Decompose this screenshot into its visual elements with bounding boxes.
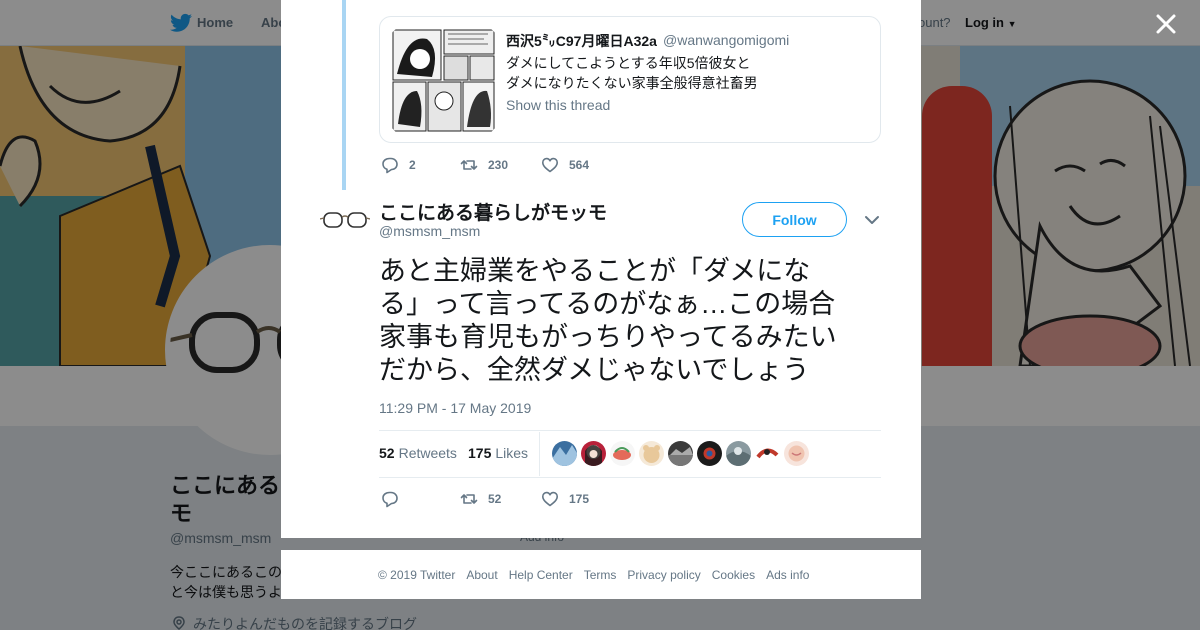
retweets-stat-count: 52 xyxy=(379,445,395,461)
quoted-tweet-handle[interactable]: @wanwangomigomi xyxy=(663,32,789,48)
reply-button[interactable]: 2 xyxy=(381,156,416,174)
close-button[interactable] xyxy=(1150,8,1182,40)
heart-icon xyxy=(542,157,558,173)
liker-avatar[interactable] xyxy=(668,441,693,466)
liker-avatar-image xyxy=(756,448,779,459)
quoted-tweet-thumbnail[interactable] xyxy=(392,29,495,132)
liker-avatar[interactable] xyxy=(610,441,635,466)
liker-avatar-image xyxy=(552,445,577,466)
retweet-icon xyxy=(460,494,478,504)
footer-about-link[interactable]: About xyxy=(466,568,497,582)
liker-avatar-image xyxy=(726,447,751,466)
quoted-tweet-text-line1: ダメにしてこようとする年収5倍彼女と xyxy=(506,55,751,71)
liker-avatar-image xyxy=(613,447,631,460)
retweets-stat[interactable]: 52 Retweets xyxy=(379,445,457,461)
like-count: 564 xyxy=(569,158,590,172)
reply-icon xyxy=(382,157,398,174)
liker-avatar-image xyxy=(788,445,805,462)
user-avatar[interactable] xyxy=(320,200,370,240)
tweet-author-handle[interactable]: @msmsm_msm xyxy=(379,223,480,239)
tweet-text-line: だから、全然ダメじゃないでしょう xyxy=(379,355,810,385)
quoted-tweet-card[interactable]: 西沢5㍉C97月曜日A32a @wanwangomigomi ダメにしてこようと… xyxy=(379,16,881,143)
tweet-text-line: あと主婦業をやることが「ダメにな xyxy=(379,256,811,286)
tweet-timestamp[interactable]: 11:29 PM - 17 May 2019 xyxy=(379,400,531,416)
liker-avatar-image xyxy=(668,447,693,466)
liker-avatar-image xyxy=(703,447,716,460)
liker-avatar-image xyxy=(585,445,602,466)
modal-footer: © 2019 Twitter About Help Center Terms P… xyxy=(281,550,921,599)
liker-avatar[interactable] xyxy=(552,441,577,466)
manga-thumbnail-image xyxy=(392,29,495,132)
tweet-author-name[interactable]: ここにある暮らしがモッモ xyxy=(379,198,607,225)
retweet-count: 230 xyxy=(488,158,509,172)
tweet-text-line: る」って言ってるのがなぁ…この場合 xyxy=(379,289,836,319)
heart-icon xyxy=(542,491,558,507)
retweet-icon xyxy=(460,160,478,170)
footer-help-link[interactable]: Help Center xyxy=(509,568,573,582)
likes-stat[interactable]: 175 Likes xyxy=(468,445,528,461)
quoted-tweet-author[interactable]: 西沢5㍉C97月曜日A32a xyxy=(506,31,657,51)
chevron-down-icon[interactable] xyxy=(862,210,882,230)
show-this-thread-link[interactable]: Show this thread xyxy=(506,97,610,113)
tweet-text-line: 家事も育児もがっちりやってるみたい xyxy=(379,322,837,352)
likes-stat-count: 175 xyxy=(468,445,492,461)
like-button[interactable]: 564 xyxy=(541,156,589,174)
footer-cookies-link[interactable]: Cookies xyxy=(712,568,755,582)
liker-avatar[interactable] xyxy=(755,441,780,466)
tweet-text: あと主婦業をやることが「ダメにな る」って言ってるのがなぁ…この場合 家事も育児… xyxy=(379,255,879,387)
footer-privacy-link[interactable]: Privacy policy xyxy=(627,568,700,582)
retweet-button[interactable]: 230 xyxy=(460,156,508,174)
likes-stat-label: Likes xyxy=(495,445,529,461)
divider xyxy=(539,432,540,476)
close-icon xyxy=(1156,14,1176,34)
liker-avatar[interactable] xyxy=(639,441,664,466)
retweets-stat-label: Retweets xyxy=(398,445,457,461)
liker-avatar[interactable] xyxy=(784,441,809,466)
thread-connector-line xyxy=(342,0,346,190)
liker-avatar[interactable] xyxy=(697,441,722,466)
reply-count: 2 xyxy=(409,158,416,172)
footer-ads-link[interactable]: Ads info xyxy=(766,568,809,582)
retweet-count: 52 xyxy=(488,492,502,506)
follow-button[interactable]: Follow xyxy=(742,202,847,237)
liker-avatar-image xyxy=(643,445,660,463)
copyright-text: © 2019 Twitter xyxy=(378,567,456,582)
quoted-tweet-text-line2: ダメになりたくない家事全般得意社畜男 xyxy=(506,75,758,91)
liker-avatar[interactable] xyxy=(726,441,751,466)
tweet-modal: 西沢5㍉C97月曜日A32a @wanwangomigomi ダメにしてこようと… xyxy=(281,0,921,538)
divider xyxy=(379,430,881,431)
reply-button[interactable] xyxy=(381,490,409,508)
liker-avatar[interactable] xyxy=(581,441,606,466)
reply-icon xyxy=(382,491,398,508)
divider xyxy=(379,477,881,478)
like-button[interactable]: 175 xyxy=(541,490,589,508)
footer-terms-link[interactable]: Terms xyxy=(584,568,617,582)
retweet-button[interactable]: 52 xyxy=(460,490,501,508)
like-count: 175 xyxy=(569,492,590,506)
